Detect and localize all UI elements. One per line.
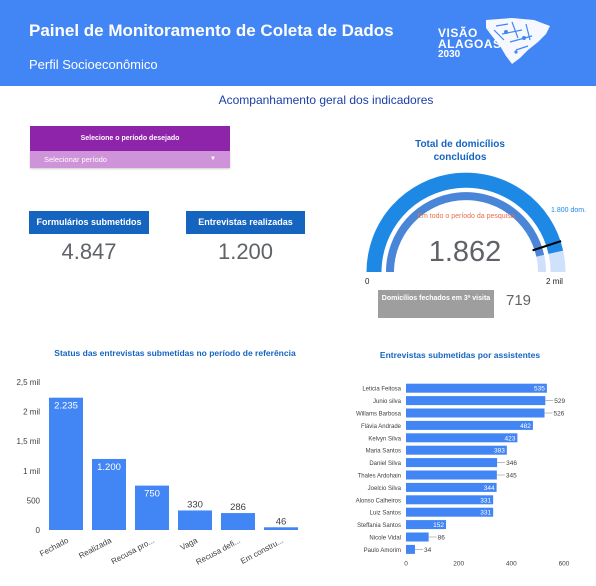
assistant-bar[interactable] (406, 445, 507, 455)
closed-third-visit-value: 719 (506, 292, 532, 309)
bar-value-label: 152 (433, 522, 444, 529)
bar-value-label: 344 (484, 485, 495, 492)
assistant-bar[interactable] (406, 408, 545, 418)
assistant-bar[interactable] (406, 420, 533, 430)
x-tick-label: 600 (559, 561, 570, 568)
assistant-bar[interactable] (406, 507, 494, 517)
status-bar[interactable] (49, 397, 83, 530)
bar-value-label: 346 (506, 460, 517, 467)
y-tick-label: 2,5 mil (16, 378, 40, 387)
assistant-name-label: Daniel Silva (369, 461, 401, 467)
assistant-bar[interactable] (406, 458, 498, 468)
y-tick-label: 1,5 mil (16, 437, 40, 446)
assistant-bar[interactable] (406, 482, 497, 492)
status-chart-title: Status das entrevistas submetidas no per… (54, 348, 296, 358)
x-tick-label: 400 (506, 561, 517, 568)
assistant-bar[interactable] (406, 433, 518, 443)
gauge-value: 1.862 (428, 236, 502, 268)
bar-value-label: 330 (187, 499, 203, 510)
assistant-bar[interactable] (406, 383, 547, 393)
bar-value-label: 86 (438, 535, 446, 542)
bar-value-label: 535 (534, 386, 545, 393)
assistant-name-label: Flávia Andrade (361, 424, 402, 430)
x-tick-label: 0 (404, 561, 408, 568)
assistant-bar[interactable] (406, 520, 447, 530)
assistant-name-label: Kelvyn Silva (368, 436, 401, 442)
y-tick-label: 1 mil (23, 467, 40, 476)
bar-value-label: 529 (554, 398, 565, 405)
status-bar[interactable] (135, 485, 169, 530)
bar-value-label: 331 (480, 497, 491, 504)
gauge-max-label: 2 mil (546, 277, 563, 286)
assistant-name-label: Luiz Santos (370, 511, 401, 517)
assistants-chart-title: Entrevistas submetidas por assistentes (379, 350, 541, 360)
bar-value-label: 750 (144, 489, 160, 500)
assistant-bar[interactable] (406, 396, 546, 406)
gauge-chart (366, 172, 566, 273)
gauge-min-label: 0 (365, 277, 370, 286)
x-category-label: Vaga (179, 536, 200, 553)
assistant-bar[interactable] (406, 544, 415, 554)
assistant-bar[interactable] (406, 532, 429, 542)
bar-value-label: 1.200 (97, 462, 121, 473)
bar-value-label: 526 (554, 411, 565, 418)
assistant-name-label: Leticia Feitosa (362, 387, 401, 393)
y-tick-label: 0 (36, 526, 41, 535)
bar-value-label: 331 (480, 510, 491, 517)
assistant-bar[interactable] (406, 470, 497, 480)
bar-value-label: 286 (230, 502, 246, 513)
x-category-label: Realizada (77, 536, 113, 561)
gauge-target-label: 1.800 dom. (551, 207, 587, 214)
assistant-bar[interactable] (406, 495, 494, 505)
bar-value-label: 46 (276, 516, 287, 527)
assistant-name-label: Junio silva (373, 399, 402, 405)
x-category-label: Recusa pro... (110, 536, 156, 566)
bar-value-label: 2.235 (54, 401, 78, 412)
status-bar[interactable] (264, 527, 298, 530)
bar-value-label: 482 (520, 423, 531, 430)
assistant-name-label: Thales Ardohain (358, 474, 401, 480)
gauge-subtitle: Em todo o período da pesquisa (417, 213, 515, 220)
status-bar[interactable] (92, 458, 126, 530)
assistant-name-label: Alonso Calheiros (356, 498, 401, 504)
closed-third-visit-label: Domicílios fechados em 3ª visita (378, 290, 494, 318)
y-tick-label: 2 mil (23, 408, 40, 417)
x-category-label: Em constru... (239, 536, 285, 566)
assistant-name-label: Joelcio Silva (368, 486, 402, 492)
assistant-name-label: Paulo Amorim (364, 548, 401, 554)
assistant-name-label: Steffania Santos (357, 523, 401, 529)
status-bar[interactable] (178, 510, 212, 530)
assistant-name-label: Nicole Vidal (369, 536, 401, 542)
status-bar[interactable] (221, 513, 255, 530)
x-category-label: Recusa defi... (195, 536, 242, 567)
bar-value-label: 383 (494, 448, 505, 455)
bar-value-label: 345 (506, 473, 517, 480)
assistant-name-label: Willams Barbosa (356, 412, 402, 418)
bar-value-label: 34 (424, 547, 432, 554)
x-category-label: Fechado (38, 536, 70, 559)
bar-value-label: 423 (505, 435, 516, 442)
assistant-name-label: Maria Santos (366, 449, 401, 455)
x-tick-label: 200 (453, 561, 464, 568)
y-tick-label: 500 (27, 496, 41, 505)
